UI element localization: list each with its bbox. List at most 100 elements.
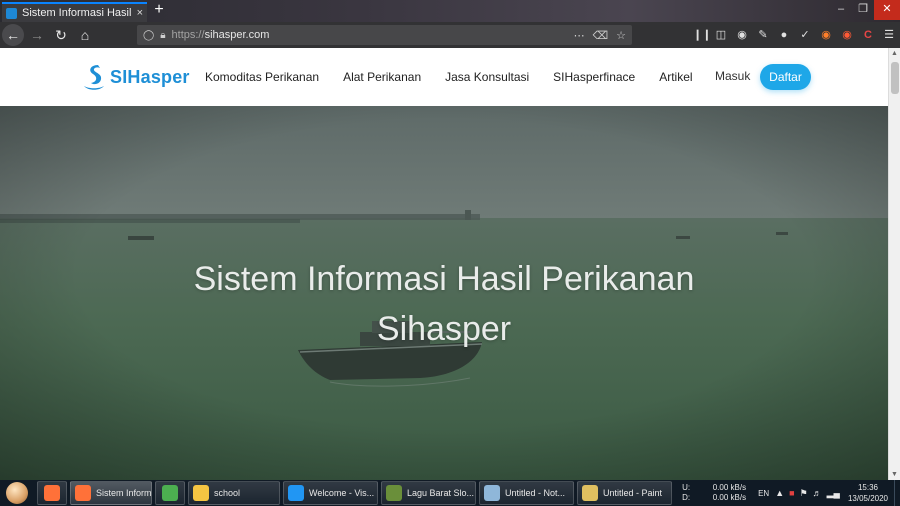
taskbar-button-label: Untitled - Paint [603, 488, 663, 498]
fish-logo-icon [82, 62, 106, 92]
browser-tab-strip: Sistem Informasi Hasil Perikanan × + – ❐… [0, 0, 900, 22]
firefox-icon [44, 485, 60, 501]
net-up-value: 0.00 kB/s [712, 483, 747, 492]
minimize-button[interactable]: – [830, 0, 852, 20]
menu-item-alat[interactable]: Alat Perikanan [343, 70, 421, 84]
restore-button[interactable]: ❐ [852, 0, 874, 20]
close-window-button[interactable]: ✕ [874, 0, 900, 20]
windows-taskbar: Sistem Inform... school Welcome - Vis... La… [0, 480, 900, 506]
register-button[interactable]: Daftar [760, 64, 811, 90]
tab-title: Sistem Informasi Hasil Perikanan [22, 7, 133, 19]
forward-arrow-icon[interactable]: → [26, 24, 48, 46]
taskbar-button[interactable]: Welcome - Vis... [283, 481, 378, 505]
library-icon[interactable]: ❙❙ [693, 25, 711, 45]
browser-nav-bar: ← → ↻ ⌂ ◯ 🔒︎ https://sihasper.com ⋯ ⌫ ☆ … [0, 22, 900, 48]
network-speed: U: 0.00 kB/s D: 0.00 kB/s [682, 483, 746, 503]
clock-time: 15:36 [857, 483, 878, 492]
tray-icons: ▲ ■ ⚑ ♬ ▂▄ [775, 488, 840, 499]
clock-date: 13/05/2020 [847, 494, 888, 503]
account-icon[interactable]: ◉ [735, 25, 749, 45]
hamburger-menu-icon[interactable]: ☰ [882, 25, 896, 45]
sidebar-icon[interactable]: ◫ [714, 25, 728, 45]
paint-icon [582, 485, 598, 501]
tab-close-icon[interactable]: × [137, 7, 143, 19]
chrome-icon [162, 485, 178, 501]
window-controls: – ❐ ✕ [830, 0, 900, 20]
back-arrow-icon[interactable]: ← [2, 24, 24, 46]
taskbar-button[interactable] [155, 481, 185, 505]
menu-item-komoditas[interactable]: Komoditas Perikanan [205, 70, 319, 84]
menu-item-artikel[interactable]: Artikel [659, 70, 692, 84]
address-bar[interactable]: ◯ 🔒︎ https://sihasper.com ⋯ ⌫ ☆ [137, 25, 632, 45]
reload-icon[interactable]: ↻ [50, 24, 72, 46]
network-signal-icon[interactable]: ▂▄ [827, 488, 840, 499]
url-text[interactable]: https://sihasper.com [172, 29, 270, 41]
login-link[interactable]: Masuk [715, 69, 750, 83]
net-down-label: D: [682, 493, 691, 502]
taskbar-button-label: Lagu Barat Slo... [407, 488, 475, 498]
page-actions-icon[interactable]: ⋯ [574, 29, 585, 42]
check-icon[interactable]: ✓ [798, 25, 812, 45]
taskbar-button[interactable] [37, 481, 67, 505]
taskbar-button[interactable]: Untitled - Paint [577, 481, 672, 505]
firefox-icon [75, 485, 91, 501]
volume-icon[interactable]: ♬ [813, 488, 822, 499]
taskbar-button-label: Sistem Inform... [96, 488, 152, 498]
browser-tab-active[interactable]: Sistem Informasi Hasil Perikanan × [2, 2, 147, 22]
site-header: SIHasper Komoditas Perikanan Alat Perika… [0, 48, 888, 106]
taskbar-button[interactable]: Untitled - Not... [479, 481, 574, 505]
antivirus-icon[interactable]: ■ [789, 488, 794, 499]
pocket-icon[interactable]: ⌫ [593, 29, 609, 42]
addon-icon[interactable]: ◉ [840, 25, 854, 45]
start-orb-icon [6, 482, 28, 504]
site-favicon-icon [6, 7, 17, 19]
action-center-icon[interactable]: ⚑ [800, 488, 808, 499]
site-logo[interactable]: SIHasper [82, 62, 190, 92]
hero-title-line2: Sihasper [376, 310, 512, 348]
taskbar-button-label: school [214, 488, 241, 498]
system-tray: U: 0.00 kB/s D: 0.00 kB/s EN ▲ ■ ⚑ ♬ ▂▄ … [682, 480, 900, 506]
logo-text: SIHasper [110, 66, 190, 87]
pen-icon[interactable]: ✎ [756, 25, 770, 45]
address-bar-actions: ⋯ ⌫ ☆ [574, 29, 626, 42]
clock[interactable]: 15:36 13/05/2020 [848, 482, 888, 504]
extension-icon[interactable]: ◉ [819, 25, 833, 45]
scroll-up-icon[interactable]: ▲ [891, 50, 898, 57]
taskbar-button-label: Welcome - Vis... [309, 488, 375, 498]
home-icon[interactable]: ⌂ [74, 24, 96, 46]
taskbar-button[interactable]: school [188, 481, 280, 505]
menu-item-finance[interactable]: SIHasperfinace [553, 70, 635, 84]
net-up-label: U: [682, 483, 691, 492]
notepad-icon [484, 485, 500, 501]
language-indicator[interactable]: EN [758, 489, 769, 498]
url-protocol: https:// [171, 29, 205, 41]
globe-icon[interactable]: ● [777, 25, 791, 45]
taskbar-button[interactable]: Lagu Barat Slo... [381, 481, 476, 505]
media-player-icon [386, 485, 402, 501]
scrollbar-thumb[interactable] [891, 62, 899, 94]
new-tab-button[interactable]: + [151, 1, 167, 19]
hero-title: Sistem Informasi Hasil Perikanan Sihaspe… [0, 254, 888, 354]
scroll-down-icon[interactable]: ▼ [891, 471, 898, 478]
vscode-icon [288, 485, 304, 501]
menu-item-jasa[interactable]: Jasa Konsultasi [445, 70, 529, 84]
url-host: sihasper.com [204, 29, 270, 41]
page-scrollbar[interactable]: ▲ ▼ [888, 48, 900, 480]
net-down-value: 0.00 kB/s [712, 493, 747, 502]
start-button[interactable] [0, 480, 34, 506]
toolbar-icons: ❙❙ ◫ ◉ ✎ ● ✓ ◉ ◉ C ☰ [693, 25, 896, 45]
taskbar-items: Sistem Inform... school Welcome - Vis... La… [34, 481, 672, 505]
addon-c-icon[interactable]: C [861, 25, 875, 45]
show-desktop-button[interactable] [894, 480, 900, 506]
web-page: SIHasper Komoditas Perikanan Alat Perika… [0, 48, 888, 480]
hero-banner: Sistem Informasi Hasil Perikanan Sihaspe… [0, 106, 888, 480]
main-menu: Komoditas Perikanan Alat Perikanan Jasa … [205, 70, 717, 84]
lock-icon[interactable]: 🔒︎ [160, 30, 165, 41]
taskbar-button-label: Untitled - Not... [505, 488, 566, 498]
show-hidden-icons-icon[interactable]: ▲ [775, 488, 784, 499]
taskbar-button[interactable]: Sistem Inform... [70, 481, 152, 505]
shield-icon[interactable]: ◯ [143, 30, 154, 41]
bookmark-star-icon[interactable]: ☆ [616, 29, 626, 42]
hero-title-line1: Sistem Informasi Hasil Perikanan [193, 260, 695, 298]
folder-icon [193, 485, 209, 501]
